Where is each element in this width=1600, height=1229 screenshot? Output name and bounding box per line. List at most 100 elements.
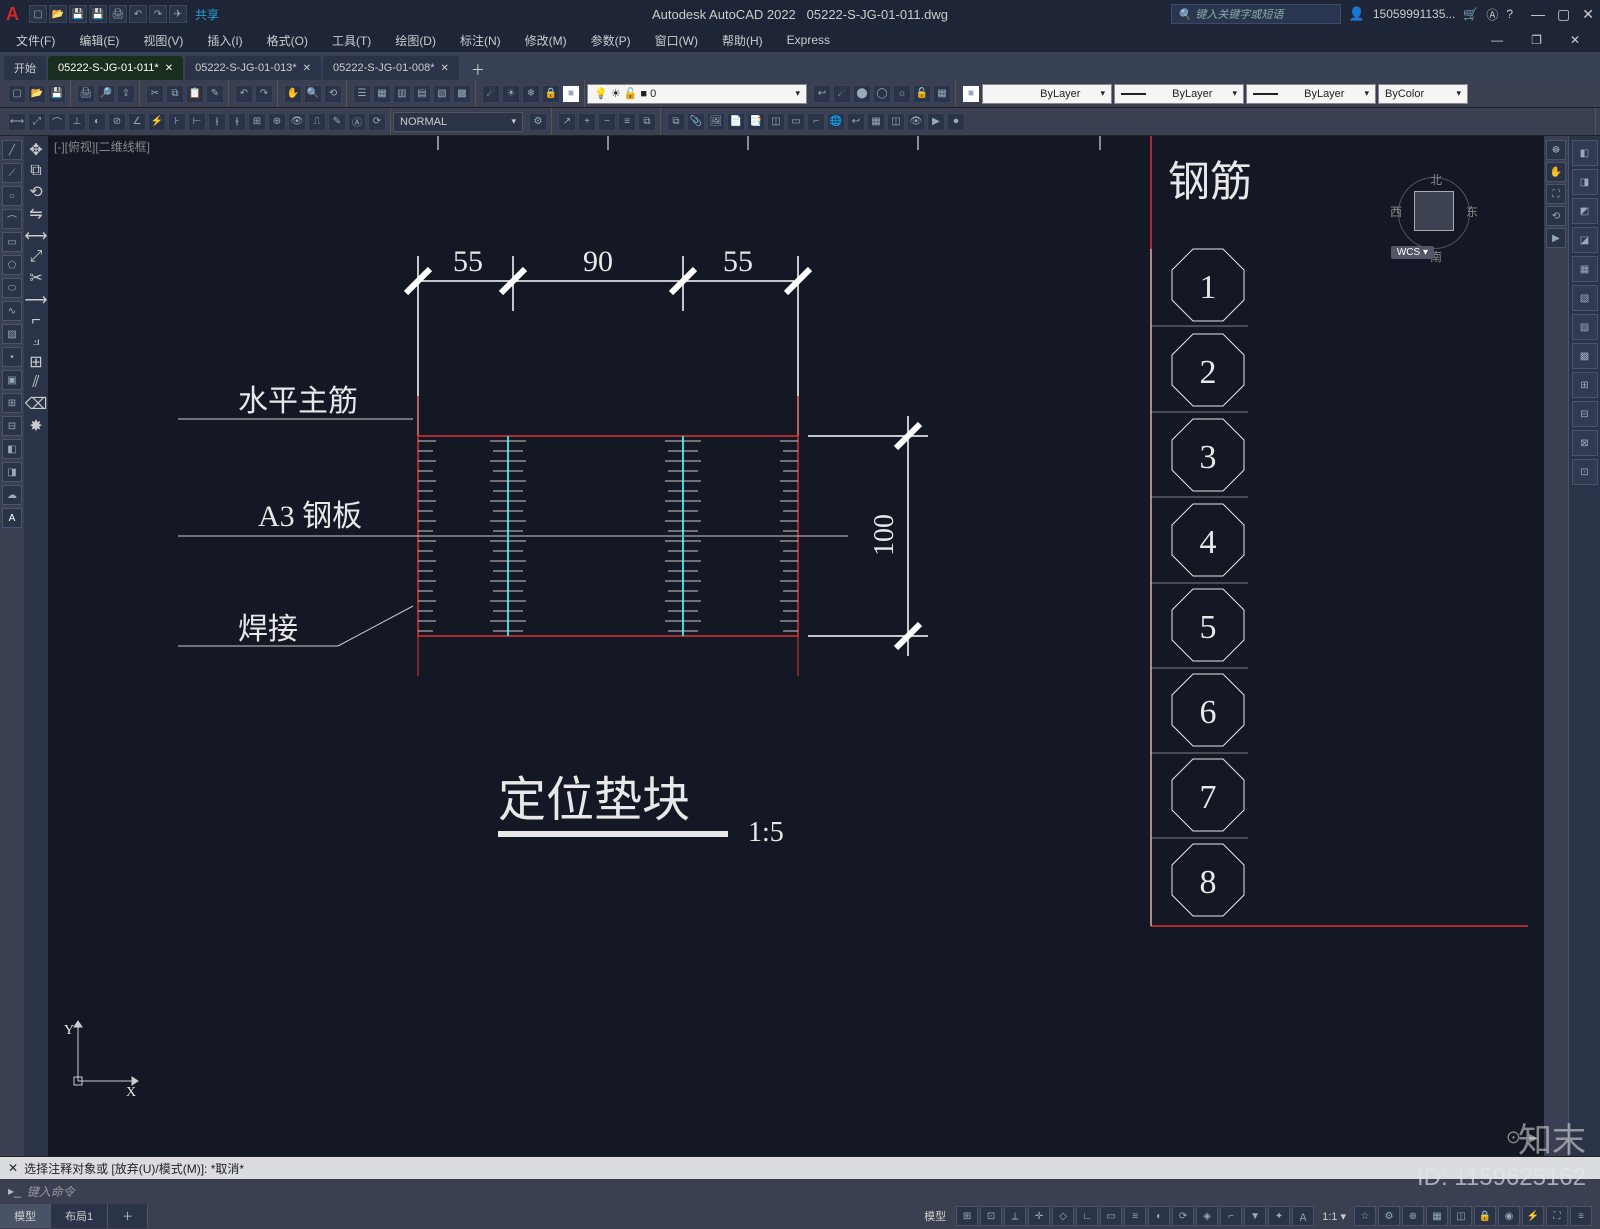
menu-edit[interactable]: 编辑(E): [69, 30, 129, 51]
status-model-label[interactable]: 模型: [916, 1208, 954, 1224]
dim-aligned-icon[interactable]: ⤢: [28, 113, 46, 131]
qat-undo-icon[interactable]: ↶: [129, 5, 147, 23]
ellipse-icon[interactable]: ⬭: [2, 278, 22, 298]
palette-10-icon[interactable]: ⊟: [1572, 401, 1598, 427]
region-icon[interactable]: ◧: [2, 439, 22, 459]
markupset-icon[interactable]: ▧: [433, 85, 451, 103]
start-tab[interactable]: 开始: [4, 56, 46, 80]
menu-format[interactable]: 格式(O): [257, 30, 318, 51]
close-button[interactable]: ✕: [1582, 6, 1594, 23]
layer-unlock-icon[interactable]: 🔓: [913, 85, 931, 103]
doc-close-button[interactable]: ✕: [1560, 31, 1590, 49]
user-icon[interactable]: 👤: [1349, 6, 1365, 22]
color-swatch-icon[interactable]: ■: [962, 85, 980, 103]
palette-2-icon[interactable]: ◨: [1572, 169, 1598, 195]
qat-plot-icon[interactable]: 🖨: [109, 5, 127, 23]
dyn-input-icon[interactable]: ▭: [1100, 1206, 1122, 1226]
save-icon[interactable]: 💾: [48, 85, 66, 103]
layer-prev-icon[interactable]: ↩: [813, 85, 831, 103]
layer-lock-icon[interactable]: 🔒: [542, 85, 560, 103]
command-input[interactable]: ▸_ 键入命令: [0, 1179, 1600, 1203]
palette-6-icon[interactable]: ▧: [1572, 285, 1598, 311]
palette-1-icon[interactable]: ◧: [1572, 140, 1598, 166]
dim-update-icon[interactable]: ⟳: [368, 113, 386, 131]
drawing-canvas[interactable]: [-][俯视][二维线框] 钢筋 1 2 3 4 5 6: [48, 136, 1544, 1156]
color-combo[interactable]: ByLayer▾: [982, 84, 1112, 104]
dim-jog-icon[interactable]: ⎍: [308, 113, 326, 131]
insert-icon[interactable]: ⊞: [2, 393, 22, 413]
menu-file[interactable]: 文件(F): [6, 30, 65, 51]
gizmo-icon[interactable]: ✦: [1268, 1206, 1290, 1226]
dim-radius-icon[interactable]: ◐: [88, 113, 106, 131]
mleader-add-icon[interactable]: +: [578, 113, 596, 131]
linetype-combo[interactable]: ByLayer▾: [1114, 84, 1244, 104]
doc-restore-button[interactable]: ❐: [1521, 31, 1552, 49]
palette-7-icon[interactable]: ▨: [1572, 314, 1598, 340]
palette-8-icon[interactable]: ▩: [1572, 343, 1598, 369]
palette-11-icon[interactable]: ⊠: [1572, 430, 1598, 456]
orbit-icon[interactable]: ⟲: [1546, 206, 1566, 226]
preview-icon[interactable]: 🔎: [97, 85, 115, 103]
menu-tools[interactable]: 工具(T): [322, 30, 381, 51]
mleader-collect-icon[interactable]: ⧉: [638, 113, 656, 131]
undo-icon[interactable]: ↶: [235, 85, 253, 103]
polyline-icon[interactable]: ⟋: [2, 163, 22, 183]
pan-icon[interactable]: ✋: [284, 85, 302, 103]
mleader-icon[interactable]: ↗: [558, 113, 576, 131]
layer-manager-icon[interactable]: ☄: [482, 85, 500, 103]
image-attach-icon[interactable]: 🖼: [707, 113, 725, 131]
minimize-button[interactable]: —: [1531, 6, 1545, 23]
cycling-icon[interactable]: ⟳: [1172, 1206, 1194, 1226]
dim-diameter-icon[interactable]: ⊘: [108, 113, 126, 131]
xref-icon[interactable]: ⧉: [667, 113, 685, 131]
file-tab[interactable]: 05222-S-JG-01-008*✕: [323, 56, 459, 80]
close-tab-icon[interactable]: ✕: [165, 63, 173, 74]
stretch-icon[interactable]: ⟷: [25, 226, 48, 246]
scale-icon[interactable]: ⤢: [30, 248, 43, 266]
revision-icon[interactable]: ☁: [2, 485, 22, 505]
ucs-world-icon[interactable]: 🌐: [827, 113, 845, 131]
lock-ui-icon[interactable]: 🔒: [1474, 1206, 1496, 1226]
plotstyle-combo[interactable]: ByColor▾: [1378, 84, 1468, 104]
offset-icon[interactable]: ⫽: [32, 374, 39, 392]
menu-express[interactable]: Express: [777, 31, 840, 49]
steering-icon[interactable]: ☸: [1546, 140, 1566, 160]
zoom-ext-icon[interactable]: ⛶: [1546, 184, 1566, 204]
qat-send-icon[interactable]: ✈: [169, 5, 187, 23]
file-tab[interactable]: 05222-S-JG-01-013*✕: [185, 56, 321, 80]
publish-icon[interactable]: ⇪: [117, 85, 135, 103]
anno-vis-icon[interactable]: ☆: [1354, 1206, 1376, 1226]
dim-continue-icon[interactable]: ⊢: [188, 113, 206, 131]
center-mark-icon[interactable]: ⊕: [268, 113, 286, 131]
palette-12-icon[interactable]: ⊡: [1572, 459, 1598, 485]
maximize-button[interactable]: ▢: [1557, 6, 1570, 23]
dim-ordinate-icon[interactable]: ⊥: [68, 113, 86, 131]
customize-icon[interactable]: ≡: [1570, 1206, 1592, 1226]
pan-icon[interactable]: ✋: [1546, 162, 1566, 182]
new-icon[interactable]: ▢: [8, 85, 26, 103]
anno-mon-icon[interactable]: ⊕: [1402, 1206, 1424, 1226]
named-view-icon[interactable]: 👁: [907, 113, 925, 131]
line-icon[interactable]: ╱: [2, 140, 22, 160]
cart-icon[interactable]: 🛒: [1463, 7, 1478, 21]
app-menu-icon[interactable]: Ⓐ: [1486, 6, 1498, 23]
dim-space-icon[interactable]: ⫲: [208, 113, 226, 131]
user-name[interactable]: 15059991135...: [1373, 7, 1456, 21]
block-icon[interactable]: ▣: [2, 370, 22, 390]
dim-tedit-icon[interactable]: Ⓐ: [348, 113, 366, 131]
selection-filter-icon[interactable]: ▼: [1244, 1206, 1266, 1226]
mleader-remove-icon[interactable]: −: [598, 113, 616, 131]
designcenter-icon[interactable]: ▦: [373, 85, 391, 103]
erase-icon[interactable]: ⌫: [25, 394, 48, 414]
properties-icon[interactable]: ☰: [353, 85, 371, 103]
dimstyle-manager-icon[interactable]: ⚙: [529, 113, 547, 131]
3dosnap-icon[interactable]: ◈: [1196, 1206, 1218, 1226]
redo-icon[interactable]: ↷: [255, 85, 273, 103]
tolerance-icon[interactable]: ⊞: [248, 113, 266, 131]
quick-prop-icon[interactable]: ◫: [1450, 1206, 1472, 1226]
layer-freeze-icon[interactable]: ❄: [522, 85, 540, 103]
trim-icon[interactable]: ✂: [29, 268, 42, 288]
palette-5-icon[interactable]: ▦: [1572, 256, 1598, 282]
mleader-align-icon[interactable]: ≡: [618, 113, 636, 131]
point-icon[interactable]: •: [2, 347, 22, 367]
